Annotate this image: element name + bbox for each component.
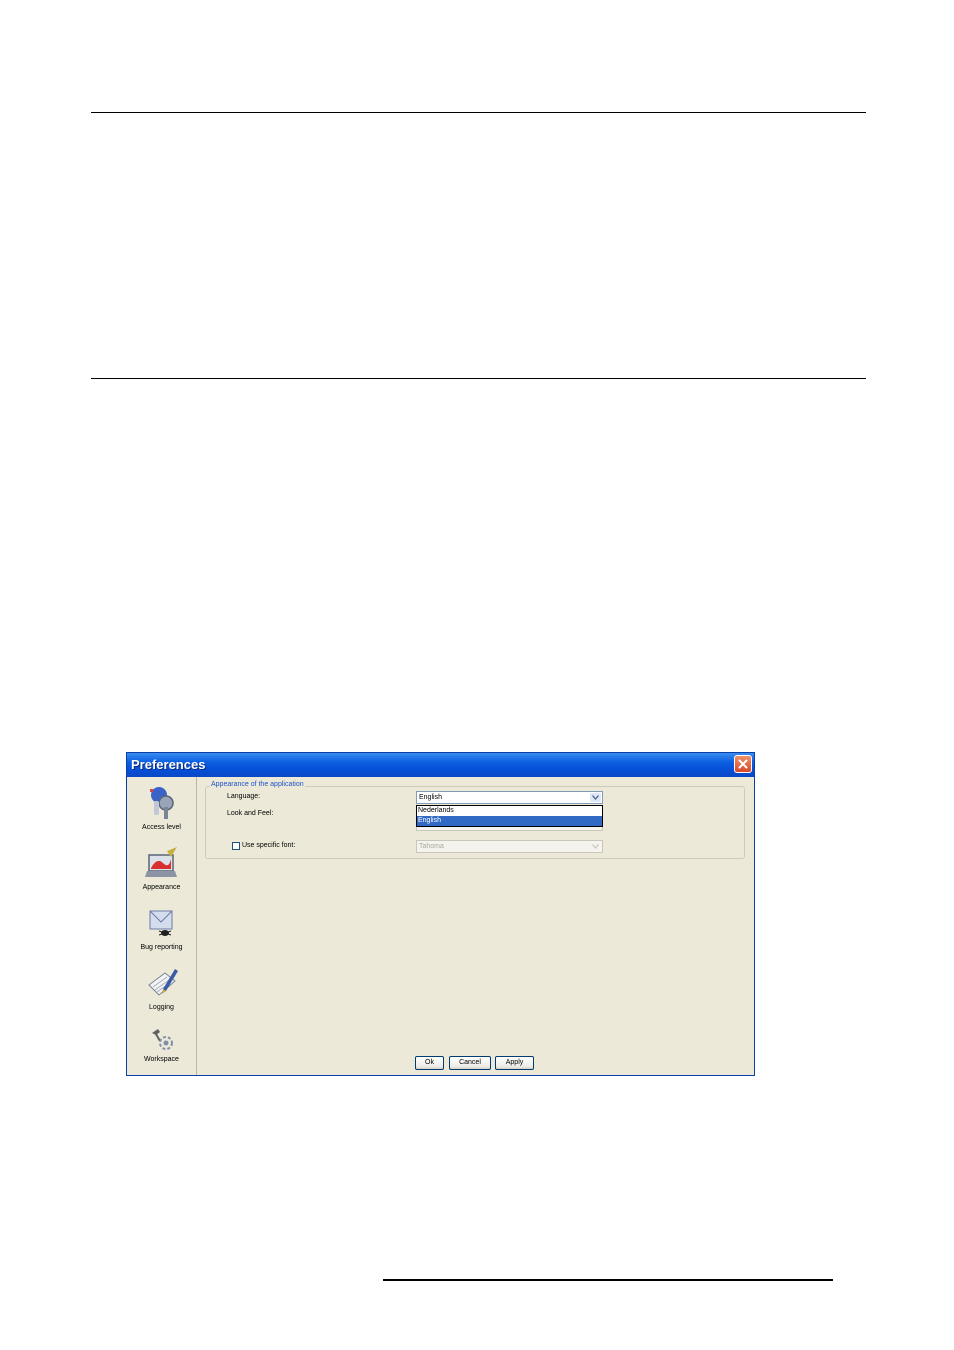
cancel-button[interactable]: Cancel: [449, 1056, 491, 1070]
close-icon: [738, 759, 748, 769]
chevron-down-icon[interactable]: [590, 793, 601, 802]
sidebar-item-logging[interactable]: Logging: [127, 967, 196, 1011]
look-and-feel-label: Look and Feel:: [227, 810, 274, 817]
sidebar-item-access-level[interactable]: Access level: [127, 785, 196, 831]
sidebar-item-bug-reporting[interactable]: Bug reporting: [127, 907, 196, 951]
window-title: Preferences: [131, 757, 206, 772]
chevron-down-icon: [590, 842, 601, 851]
title-bar[interactable]: Preferences: [127, 753, 754, 777]
bug-reporting-icon: [149, 910, 172, 936]
logging-icon: [147, 969, 178, 996]
sidebar-item-label: Access level: [142, 824, 181, 831]
group-title: Appearance of the application: [210, 781, 305, 788]
access-level-icon: [149, 787, 174, 819]
language-label: Language:: [227, 793, 261, 800]
sidebar-item-label: Bug reporting: [140, 944, 183, 951]
close-button[interactable]: [734, 755, 752, 773]
language-select[interactable]: English: [416, 791, 603, 804]
sidebar-item-workspace[interactable]: Workspace: [127, 1027, 196, 1063]
footer-rule: [383, 1279, 833, 1281]
sidebar-item-label: Workspace: [144, 1056, 179, 1063]
sidebar-item-label: Logging: [149, 1004, 174, 1011]
use-specific-font-label: Use specific font:: [242, 842, 296, 849]
top-rule: [91, 112, 866, 113]
font-select[interactable]: Tahoma: [416, 840, 603, 853]
preferences-window: Preferences Access level Appearance Bug …: [126, 752, 755, 1076]
workspace-icon: [151, 1029, 173, 1050]
language-option-selected[interactable]: English: [417, 816, 602, 826]
apply-button[interactable]: Apply: [495, 1056, 534, 1070]
sidebar: Access level Appearance Bug reporting Lo…: [127, 777, 197, 1075]
font-select-value: Tahoma: [419, 843, 444, 850]
language-dropdown-list: Nederlands English: [416, 805, 603, 827]
sidebar-item-label: Appearance: [142, 884, 181, 891]
language-option[interactable]: Nederlands: [417, 806, 602, 816]
sidebar-item-appearance[interactable]: Appearance: [127, 847, 196, 891]
appearance-icon: [144, 847, 177, 877]
use-specific-font-checkbox[interactable]: [232, 842, 240, 850]
ok-button[interactable]: Ok: [415, 1056, 444, 1070]
middle-rule: [91, 378, 866, 379]
language-select-value: English: [419, 794, 442, 801]
